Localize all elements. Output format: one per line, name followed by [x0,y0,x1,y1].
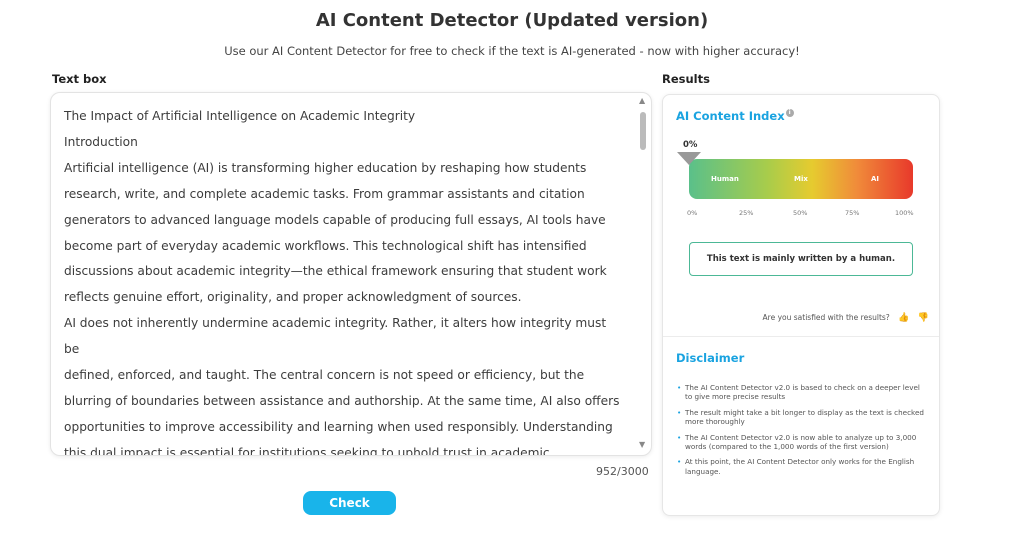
scroll-down-icon[interactable]: ▼ [639,441,645,449]
text-content[interactable]: The Impact of Artificial Intelligence on… [64,104,624,456]
thumbs-down-icon[interactable]: 👎 [918,313,929,323]
tick-label: 25% [739,209,754,217]
text-line: Introduction [64,134,138,149]
bullet-icon: • [677,407,682,417]
results-label: Results [662,72,710,86]
disclaimer-text: The result might take a bit longer to di… [685,407,924,427]
text-line: research, write, and complete academic t… [64,186,585,201]
index-title-text: AI Content Index [676,109,785,123]
text-input-area[interactable]: The Impact of Artificial Intelligence on… [50,92,652,456]
divider [663,336,939,337]
disclaimer-text: The AI Content Detector v2.0 is now able… [685,432,917,452]
thumbs-up-icon[interactable]: 👍 [898,313,909,323]
feedback-row: Are you satisfied with the results? 👍 👎 [763,313,929,323]
text-line: reflects genuine effort, originality, an… [64,290,522,305]
text-line: AI does not inherently undermine academi… [64,316,607,357]
score-pointer-icon [677,152,701,165]
page-title: AI Content Detector (Updated version) [315,10,709,31]
text-line: Artificial intelligence (AI) is transfor… [64,160,587,175]
tick-label: 0% [687,209,698,217]
text-line: defined, enforced, and taught. The centr… [64,368,585,383]
scrollbar-thumb[interactable] [640,112,646,150]
page-subtitle: Use our AI Content Detector for free to … [224,44,800,58]
info-icon[interactable]: i [785,109,794,117]
tick-label: 75% [845,209,860,217]
text-line: The Impact of Artificial Intelligence on… [64,109,416,123]
results-card: AI Content Index i 0% Human Mix AI 0% 25%… [662,94,940,516]
bullet-icon: • [677,432,682,442]
disclaimer-title: Disclaimer [676,351,745,365]
zone-label-ai: AI [871,175,880,183]
zone-label-human: Human [711,175,739,183]
disclaimer-item: • The AI Content Detector v2.0 is based t… [677,383,927,402]
ai-content-index-title: AI Content Index i [676,109,794,123]
bullet-icon: • [677,457,682,467]
text-line: discussions about academic integrity—the… [64,264,607,279]
scroll-up-icon[interactable]: ▲ [639,97,645,105]
disclaimer-item: • The AI Content Detector v2.0 is now abl… [677,433,927,452]
textbox-label: Text box [52,72,107,86]
feedback-question: Are you satisfied with the results? [762,313,890,322]
word-count: 952/3000 [596,465,649,478]
text-line: blurring of boundaries between assistanc… [64,393,620,408]
text-line: opportunities to improve accessibility a… [64,419,613,434]
ai-score-gauge: Human Mix AI [689,159,913,199]
text-line: generators to advanced language models c… [64,212,606,227]
disclaimer-text: At this point, the AI Content Detector o… [685,457,915,476]
textbox-scrollbar[interactable]: ▲ ▼ [637,95,649,451]
disclaimer-item: • At this point, the AI Content Detector … [677,457,927,476]
bullet-icon: • [677,383,682,392]
score-readout: 0% [683,140,698,150]
disclaimer-item: • The result might take a bit longer to d… [677,408,927,427]
verdict-box: This text is mainly written by a human. [689,242,913,276]
zone-label-mix: Mix [794,175,808,183]
check-button[interactable]: Check [303,491,396,515]
tick-label: 50% [793,209,808,217]
text-line: become part of everyday academic workflo… [64,238,587,253]
tick-label: 100% [895,209,914,217]
text-line: this dual impact is essential for instit… [64,445,550,456]
disclaimer-text: The AI Content Detector v2.0 is based to… [685,383,920,402]
disclaimer-list: • The AI Content Detector v2.0 is based t… [677,383,927,482]
gauge-ticks: 0% 25% 50% 75% 100% [687,209,914,219]
